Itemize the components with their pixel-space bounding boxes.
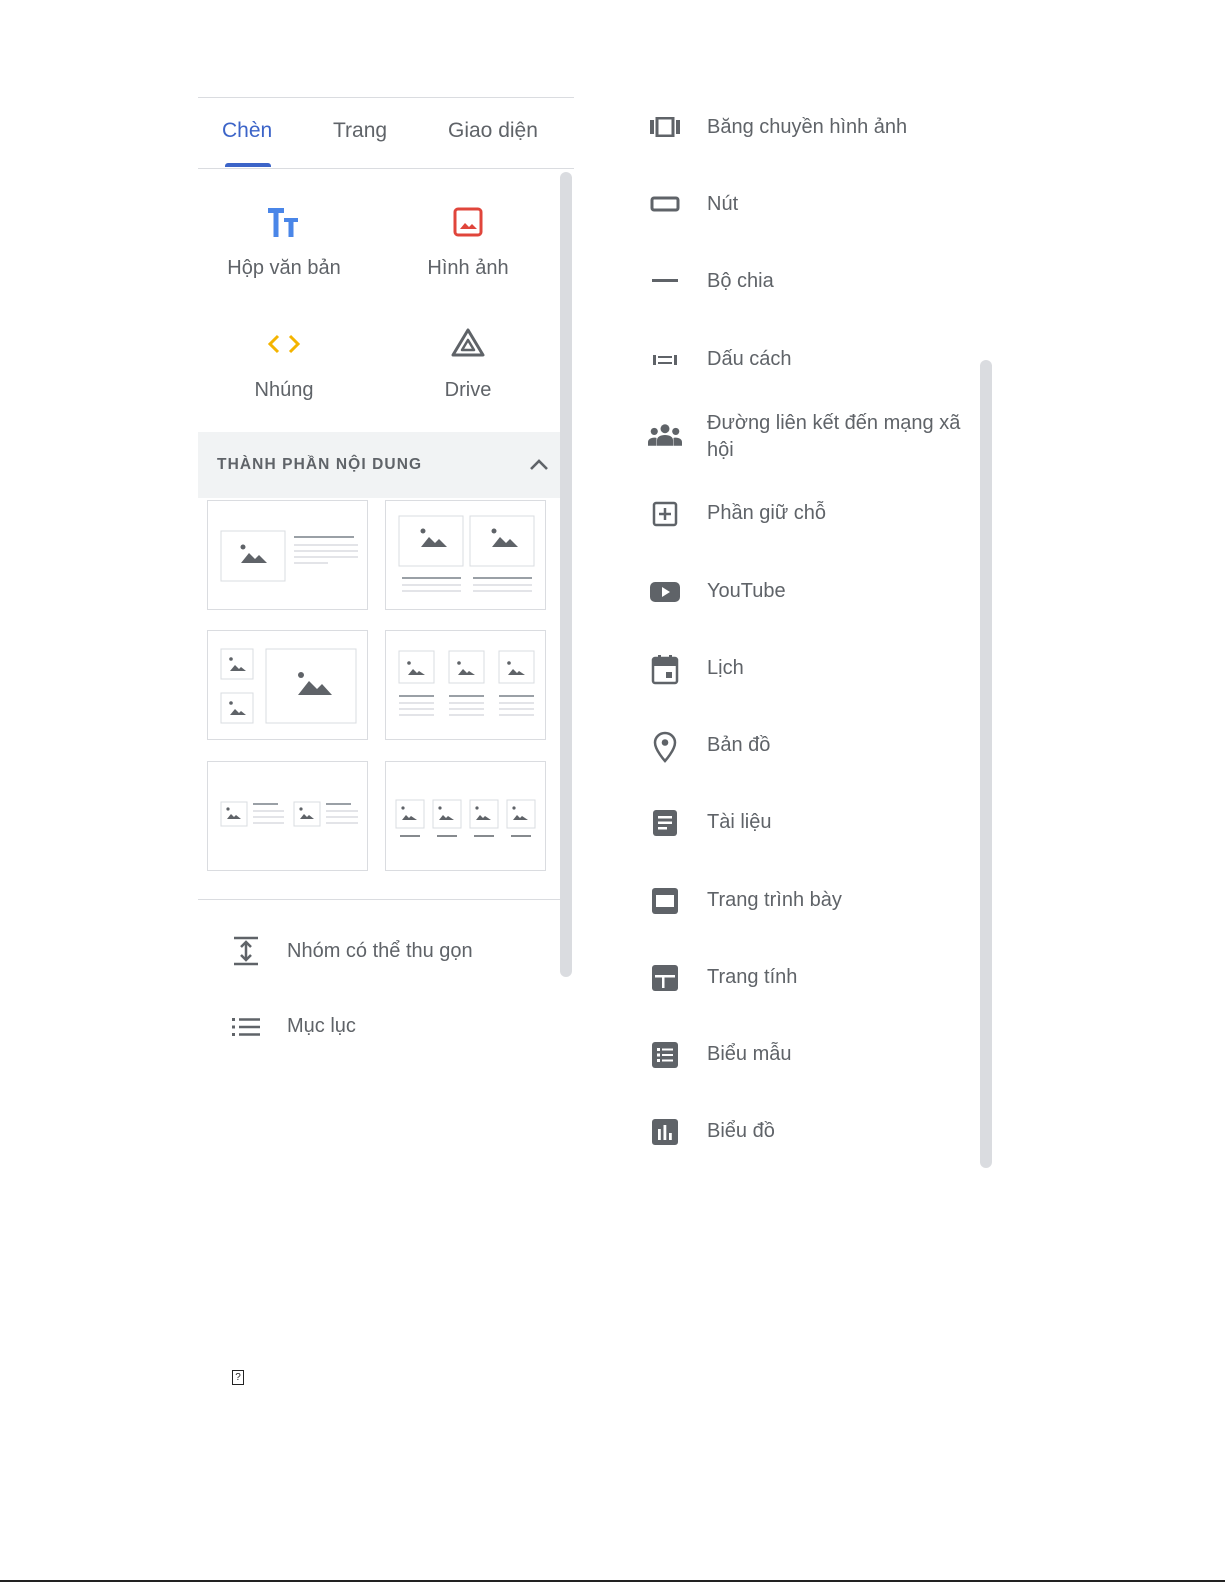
table-of-contents-icon xyxy=(230,1016,262,1038)
image-label: Hình ảnh xyxy=(427,257,509,279)
charts-icon xyxy=(648,1118,682,1146)
divider-label: Bộ chia xyxy=(707,270,774,292)
image-tile[interactable]: Hình ảnh xyxy=(383,197,553,280)
image-carousel-icon xyxy=(648,117,682,137)
layout-card-gallery[interactable] xyxy=(207,630,368,740)
embed-label: Nhúng xyxy=(254,379,314,401)
blocks-divider xyxy=(198,899,560,900)
right-scrollbar[interactable] xyxy=(980,360,992,1168)
text-box-tile[interactable]: Hộp văn bản xyxy=(199,197,369,280)
tabs-divider xyxy=(198,168,574,169)
collapsible-group-label: Nhóm có thể thu gọn xyxy=(287,939,473,962)
layout-card-two-images[interactable] xyxy=(385,500,546,610)
tab-insert[interactable]: Chèn xyxy=(222,119,272,143)
spacer-label: Dấu cách xyxy=(707,348,792,370)
youtube-icon xyxy=(648,581,682,603)
tab-pages[interactable]: Trang xyxy=(333,119,387,143)
embed-tile[interactable]: Nhúng xyxy=(199,319,369,402)
layout-card-three-images[interactable] xyxy=(385,630,546,740)
spacer-icon xyxy=(648,354,682,366)
content-blocks-header[interactable]: THÀNH PHẦN NỘI DUNG xyxy=(198,432,560,498)
page-bottom-edge xyxy=(0,1580,1225,1582)
charts-label: Biểu đồ xyxy=(707,1120,775,1142)
left-scrollbar[interactable] xyxy=(560,172,572,977)
slides-icon xyxy=(648,887,682,915)
collapsible-group-item[interactable]: Nhóm có thể thu gọn xyxy=(230,935,473,967)
content-blocks-title: THÀNH PHẦN NỘI DUNG xyxy=(217,456,423,473)
top-divider xyxy=(198,97,574,98)
active-tab-indicator xyxy=(225,163,271,167)
button-icon xyxy=(648,196,682,212)
youtube-label: YouTube xyxy=(707,580,786,602)
table-of-contents-item[interactable]: Mục lục xyxy=(230,1015,356,1038)
collapsible-group-icon xyxy=(230,935,262,967)
insert-panel: Chèn Trang Giao diện Hộp văn bản Hình ản… xyxy=(198,97,574,1097)
sheets-icon xyxy=(648,964,682,992)
drive-tile[interactable]: Drive xyxy=(383,319,553,402)
placeholder-label: Phần giữ chỗ xyxy=(707,502,827,524)
image-carousel-label: Băng chuyền hình ảnh xyxy=(707,116,908,138)
social-links-icon xyxy=(648,422,682,448)
button-label: Nút xyxy=(707,193,739,215)
drive-label: Drive xyxy=(444,379,492,401)
missing-glyph-icon: ? xyxy=(232,1370,244,1385)
map-label: Bản đồ xyxy=(707,734,771,756)
forms-icon xyxy=(648,1041,682,1069)
forms-label: Biểu mẫu xyxy=(707,1043,792,1065)
map-pin-icon xyxy=(648,731,682,763)
image-icon xyxy=(383,197,553,247)
placeholder-icon xyxy=(648,501,682,527)
sheets-label: Trang tính xyxy=(707,966,798,988)
chevron-up-icon[interactable] xyxy=(528,458,550,472)
slides-label: Trang trình bày xyxy=(707,889,842,911)
text-box-icon xyxy=(199,197,369,247)
social-links-label: Đường liên kết đến mạng xã hội xyxy=(707,412,961,461)
table-of-contents-label: Mục lục xyxy=(287,1015,356,1037)
docs-label: Tài liệu xyxy=(707,811,772,833)
text-box-label: Hộp văn bản xyxy=(227,257,341,279)
layout-card-image-text[interactable] xyxy=(207,500,368,610)
drive-icon xyxy=(383,319,553,369)
calendar-icon xyxy=(648,655,682,685)
embed-icon xyxy=(199,319,369,369)
calendar-label: Lịch xyxy=(707,657,744,679)
layout-card-four-images[interactable] xyxy=(385,761,546,871)
layout-card-image-text-pairs[interactable] xyxy=(207,761,368,871)
divider-icon xyxy=(648,279,682,283)
tab-themes[interactable]: Giao diện xyxy=(448,119,538,143)
docs-icon xyxy=(648,809,682,837)
